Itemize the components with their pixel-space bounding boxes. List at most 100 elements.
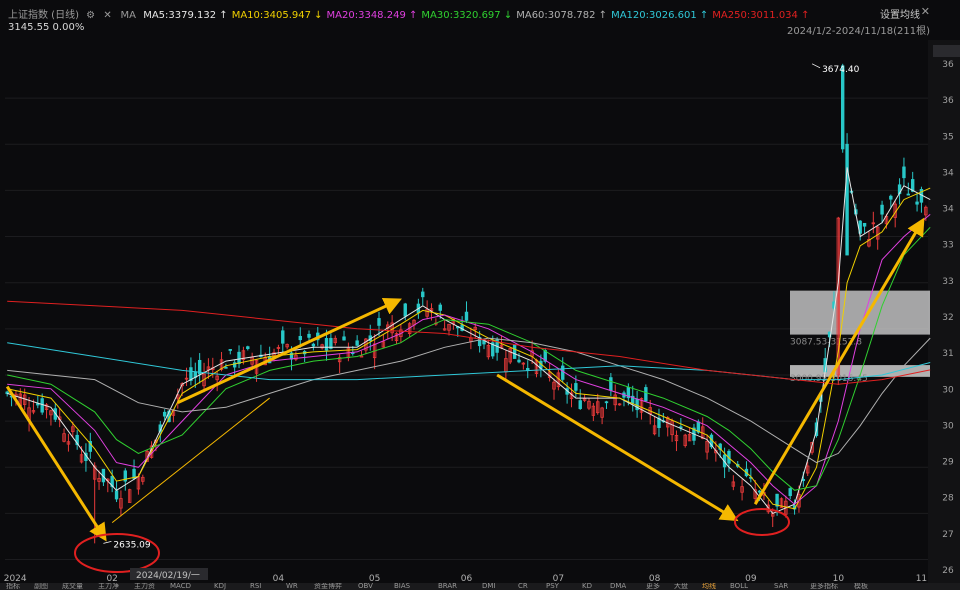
extreme-price-pointer xyxy=(811,63,821,69)
price-readout: 3145.55 0.00% xyxy=(8,22,84,33)
candle-body xyxy=(915,201,919,205)
y-tick-label: 35 xyxy=(942,132,953,142)
trend-arrow-thin xyxy=(111,397,270,524)
candle-body xyxy=(224,366,228,369)
y-tick-label: 31 xyxy=(942,349,953,359)
y-tick-label: 34 xyxy=(942,205,954,215)
indicator-tab[interactable]: 大盘 xyxy=(674,583,688,590)
price-change: 0.00% xyxy=(52,22,85,33)
x-tick-label: 02 xyxy=(106,574,117,583)
settings-gear-icon[interactable]: ⚙ xyxy=(86,11,96,21)
y-tick-label: 28 xyxy=(942,494,954,504)
candle-body xyxy=(298,335,302,341)
indicator-tab[interactable]: DMI xyxy=(482,583,496,590)
x-tick-label: 06 xyxy=(461,574,473,583)
ma-legend-item: MA60:3078.782 ↑ xyxy=(516,10,608,21)
y-tick-label: 33 xyxy=(942,277,953,287)
candle-body xyxy=(237,351,241,364)
low-point-circle xyxy=(734,508,790,536)
price-value: 3145.55 xyxy=(8,22,50,33)
indicator-tab[interactable]: 更多 xyxy=(646,583,660,590)
indicator-tab[interactable]: BOLL xyxy=(730,583,748,590)
candle-body xyxy=(438,304,442,311)
set-ma-button[interactable]: 设置均线 xyxy=(880,6,920,21)
candle-body xyxy=(311,343,316,347)
y-tick-label: 27 xyxy=(942,530,953,540)
x-tick-label: 10 xyxy=(833,574,845,583)
candle-body xyxy=(561,365,565,380)
candle-body xyxy=(902,166,906,179)
candle-body xyxy=(512,344,517,359)
indicator-tab[interactable]: 资金博弈 xyxy=(314,583,342,590)
candle-body xyxy=(464,311,469,321)
indicator-tab[interactable]: MACD xyxy=(170,583,191,590)
candle-body xyxy=(845,143,849,256)
x-tick-label: 08 xyxy=(649,574,661,583)
candle-body xyxy=(880,204,884,215)
y-tick-label: 29 xyxy=(942,458,954,468)
candle-body xyxy=(114,490,119,500)
candle-body xyxy=(906,193,911,196)
indicator-tab[interactable]: WR xyxy=(286,583,298,590)
x-tick-label: 2024 xyxy=(4,574,27,583)
indicator-tab[interactable]: KDJ xyxy=(214,583,226,590)
indicator-tab[interactable]: 均线 xyxy=(702,583,716,590)
candle-body xyxy=(609,377,613,391)
candle-body xyxy=(342,336,346,341)
candle-body xyxy=(162,411,167,417)
indicator-tab[interactable]: 更多指标 xyxy=(810,583,838,590)
indicator-tab[interactable]: SAR xyxy=(774,583,788,590)
y-tick-label: 26 xyxy=(942,566,954,576)
candle-body xyxy=(355,340,359,346)
y-tick-label: 36 xyxy=(942,60,954,70)
ma-label: MA xyxy=(120,10,137,21)
close-x-icon[interactable]: ✕ xyxy=(103,11,113,21)
candle-body xyxy=(775,493,779,507)
indicator-tab[interactable]: RSI xyxy=(250,583,261,590)
close-icon[interactable]: ✕ xyxy=(921,5,930,18)
extreme-price-pointer xyxy=(103,540,112,544)
x-tick-label: 07 xyxy=(553,574,564,583)
indicator-tab[interactable]: 成交量 xyxy=(62,583,83,590)
y-tick-label: 32 xyxy=(942,313,953,323)
ma-line-ma30 xyxy=(7,226,931,491)
extreme-price-label: 3674.40 xyxy=(822,65,859,75)
indicator-tab[interactable]: OBV xyxy=(358,583,373,590)
y-tick-label: 36 xyxy=(942,96,954,106)
ma-legend-row: 上证指数 (日线) ⚙ ✕ MA MA5:3379.132 ↑ MA10:3405… xyxy=(8,6,817,21)
indicator-tab[interactable]: 副图 xyxy=(34,583,48,590)
indicator-tab[interactable]: KD xyxy=(582,583,592,590)
candle-body xyxy=(862,222,867,227)
indicator-tab[interactable]: CR xyxy=(518,583,528,590)
x-tick-label: 09 xyxy=(745,574,757,583)
indicator-tab[interactable]: 主力资 xyxy=(134,583,155,590)
candle-body xyxy=(403,303,407,317)
indicator-tab-bar: 指标 副图 成交量 主力净 主力资 MACD KDJ RSI WR 资金博弈 OBV BIAS BRAR… xyxy=(0,583,960,590)
candle-body xyxy=(40,398,44,413)
ma-legend-item: MA20:3348.249 ↑ xyxy=(326,10,418,21)
candle-body xyxy=(359,355,364,358)
y-tick-label: 33 xyxy=(942,241,953,251)
candle-body xyxy=(526,367,530,371)
chart-header: 上证指数 (日线) ⚙ ✕ MA MA5:3379.132 ↑ MA10:3405… xyxy=(0,0,960,40)
candle-body xyxy=(377,318,381,326)
x-tick-label: 11 xyxy=(916,574,927,583)
indicator-tab[interactable]: BRAR xyxy=(438,583,457,590)
ma-legend-item: MA30:3320.697 ↓ xyxy=(421,10,513,21)
x-tick-label: 04 xyxy=(273,574,285,583)
candle-body xyxy=(578,400,582,409)
candle-body xyxy=(644,387,648,402)
kline-chart[interactable]: 26 27 28 29 30 30 31 32 33 33 34 34 35 36 36 2024 02 04 05… xyxy=(0,40,960,583)
indicator-tab[interactable]: PSY xyxy=(546,583,559,590)
candle-body xyxy=(574,383,578,391)
candle-body xyxy=(421,291,425,298)
candle-body xyxy=(889,195,893,200)
y-tick-label: 30 xyxy=(942,385,954,395)
indicator-tab[interactable]: 主力净 xyxy=(98,583,119,590)
indicator-tab[interactable]: 模板 xyxy=(854,583,868,590)
indicator-tab[interactable]: DMA xyxy=(610,583,626,590)
indicator-tab[interactable]: BIAS xyxy=(394,583,410,590)
candle-body xyxy=(604,401,609,404)
indicator-tab[interactable]: 指标 xyxy=(6,583,20,590)
candle-body xyxy=(324,338,329,351)
